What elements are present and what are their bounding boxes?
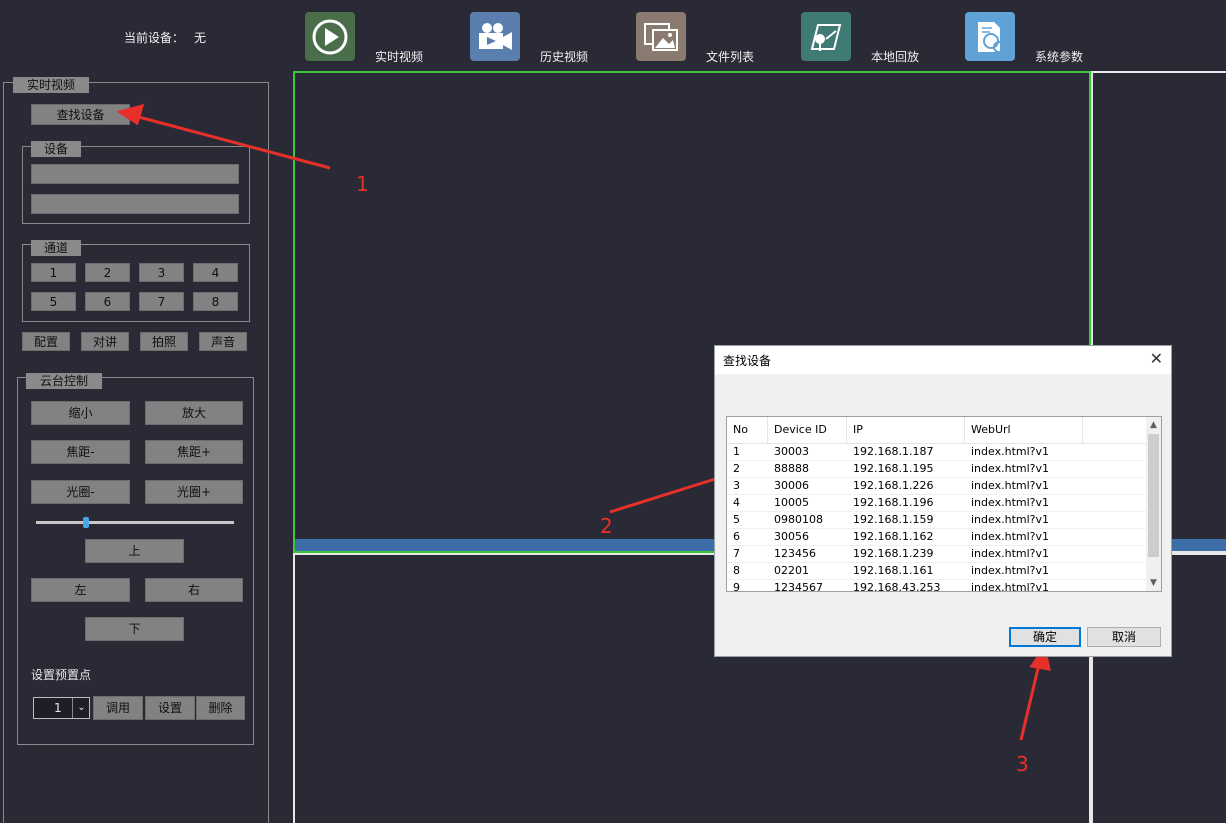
device-list[interactable]: No Device ID IP WebUrl 1 30003 192.168.1.1… — [726, 416, 1162, 592]
table-cell: 88888 — [774, 462, 809, 475]
table-cell: 30003 — [774, 445, 809, 458]
table-cell: index.html?v1 — [971, 496, 1049, 509]
table-cell: 192.168.1.161 — [853, 564, 934, 577]
table-cell: 5 — [733, 513, 740, 526]
scroll-up-icon[interactable]: ▲ — [1146, 417, 1161, 433]
table-row[interactable]: 9 1234567 192.168.43.253 index.html?v1 — [727, 579, 1148, 592]
table-cell: 0980108 — [774, 513, 823, 526]
dialog-title: 查找设备 — [723, 354, 772, 368]
table-cell: 1 — [733, 445, 740, 458]
table-cell: 192.168.1.187 — [853, 445, 934, 458]
table-cell: 7 — [733, 547, 740, 560]
table-cell: 192.168.1.162 — [853, 530, 934, 543]
table-cell: 192.168.43.253 — [853, 581, 941, 592]
table-cell: 2 — [733, 462, 740, 475]
table-cell: 4 — [733, 496, 740, 509]
annotation-1: 1 — [356, 172, 369, 196]
table-cell: 02201 — [774, 564, 809, 577]
table-cell: 8 — [733, 564, 740, 577]
table-cell: index.html?v1 — [971, 530, 1049, 543]
table-cell: 3 — [733, 479, 740, 492]
annotation-2: 2 — [600, 514, 613, 538]
table-row[interactable]: 4 10005 192.168.1.196 index.html?v1 — [727, 494, 1148, 512]
table-cell: 30006 — [774, 479, 809, 492]
cancel-button[interactable]: 取消 — [1087, 627, 1161, 647]
scroll-down-icon[interactable]: ▼ — [1146, 575, 1161, 591]
table-cell: index.html?v1 — [971, 462, 1049, 475]
table-row[interactable]: 6 30056 192.168.1.162 index.html?v1 — [727, 528, 1148, 546]
table-row[interactable]: 2 88888 192.168.1.195 index.html?v1 — [727, 460, 1148, 478]
table-cell: 192.168.1.159 — [853, 513, 934, 526]
find-device-dialog: 查找设备 ✕ No Device ID IP WebUrl 1 30003 192.… — [714, 345, 1172, 657]
table-cell: 10005 — [774, 496, 809, 509]
table-cell: 192.168.1.195 — [853, 462, 934, 475]
table-cell: 30056 — [774, 530, 809, 543]
annotation-3: 3 — [1016, 752, 1029, 776]
table-row[interactable]: 5 0980108 192.168.1.159 index.html?v1 — [727, 511, 1148, 529]
table-cell: 123456 — [774, 547, 816, 560]
table-row[interactable]: 8 02201 192.168.1.161 index.html?v1 — [727, 562, 1148, 580]
device-list-header: No Device ID IP WebUrl — [727, 417, 1148, 444]
table-cell: index.html?v1 — [971, 513, 1049, 526]
scroll-thumb[interactable] — [1148, 434, 1159, 557]
table-row[interactable]: 1 30003 192.168.1.187 index.html?v1 — [727, 443, 1148, 461]
table-cell: 9 — [733, 581, 740, 592]
table-cell: index.html?v1 — [971, 479, 1049, 492]
col-device-id[interactable]: Device ID — [768, 417, 847, 443]
table-cell: index.html?v1 — [971, 445, 1049, 458]
dialog-titlebar — [715, 346, 1171, 374]
table-cell: index.html?v1 — [971, 564, 1049, 577]
list-scrollbar[interactable]: ▲ ▼ — [1146, 417, 1161, 591]
table-cell: 1234567 — [774, 581, 823, 592]
col-no[interactable]: No — [727, 417, 768, 443]
table-cell: index.html?v1 — [971, 547, 1049, 560]
ok-button[interactable]: 确定 — [1009, 627, 1081, 647]
table-cell: 192.168.1.226 — [853, 479, 934, 492]
table-row[interactable]: 7 123456 192.168.1.239 index.html?v1 — [727, 545, 1148, 563]
col-weburl[interactable]: WebUrl — [965, 417, 1083, 443]
col-ip[interactable]: IP — [847, 417, 965, 443]
table-cell: index.html?v1 — [971, 581, 1049, 592]
table-cell: 6 — [733, 530, 740, 543]
close-icon[interactable]: ✕ — [1150, 349, 1163, 368]
table-row[interactable]: 3 30006 192.168.1.226 index.html?v1 — [727, 477, 1148, 495]
table-cell: 192.168.1.239 — [853, 547, 934, 560]
table-cell: 192.168.1.196 — [853, 496, 934, 509]
